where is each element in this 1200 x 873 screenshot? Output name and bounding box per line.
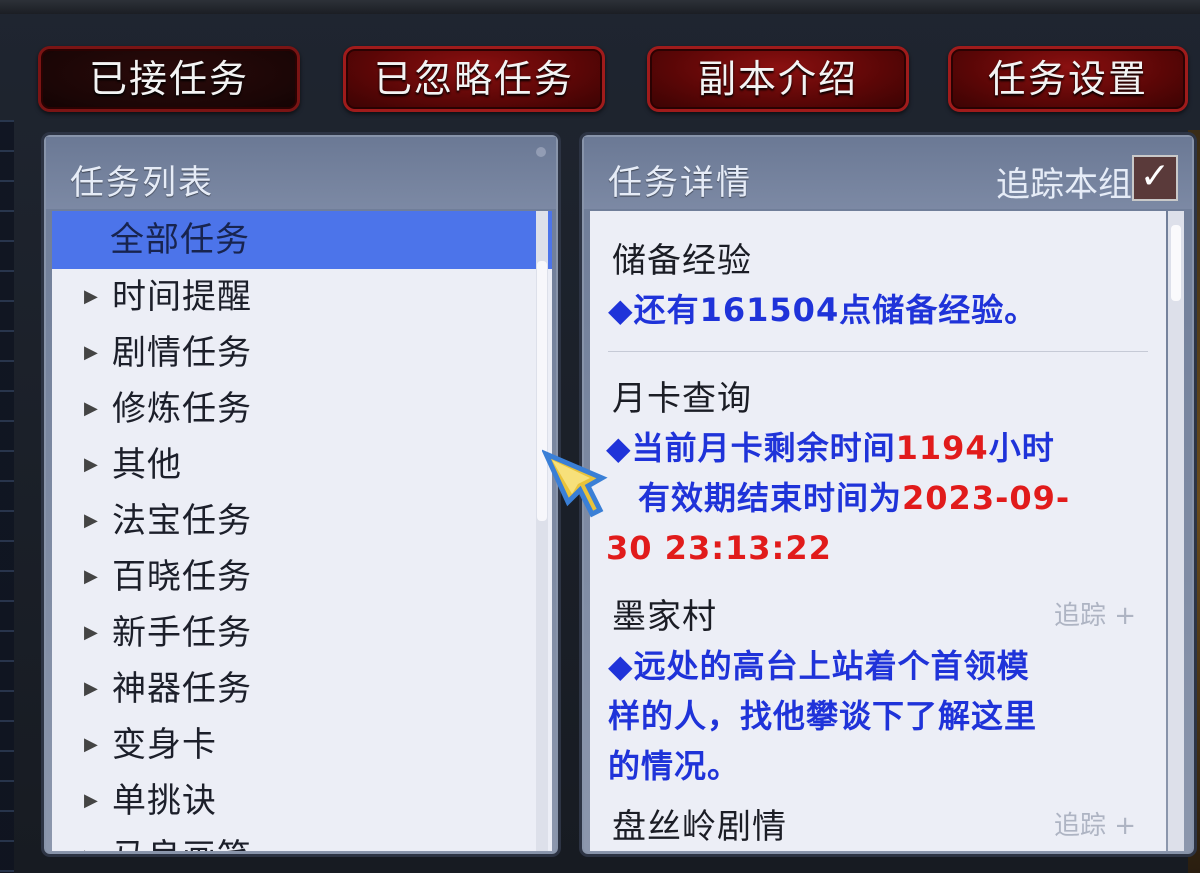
- task-detail-title: 任务详情: [608, 163, 752, 203]
- expand-arrow-icon: ▶: [84, 342, 99, 363]
- track-button[interactable]: 追踪 +: [1054, 805, 1136, 842]
- section-text: ◆远处的高台上站着个首领模 样的人，找他攀谈下了解这里 的情况。: [608, 641, 1037, 791]
- expand-arrow-icon: ▶: [84, 790, 99, 811]
- task-list-scrollbar[interactable]: [536, 211, 548, 851]
- task-category-list: 全部任务 ▶ 时间提醒 ▶ 剧情任务 ▶ 修炼任务 ▶ 其他 ▶ 法宝任务 ▶ …: [52, 211, 552, 851]
- game-window: 已接任务 已忽略任务 副本介绍 任务设置 任务列表 全部任务 ▶ 时间提醒 ▶ …: [0, 0, 1200, 873]
- track-group-checkbox[interactable]: ✓: [1132, 155, 1178, 201]
- expand-arrow-icon: ▶: [84, 622, 99, 643]
- list-item-label: 剧情任务: [112, 333, 252, 373]
- section-text: ◆还有161504点储备经验。: [608, 285, 1037, 335]
- expiry-time: 30 23:13:22: [606, 529, 832, 567]
- task-list-panel: 任务列表 全部任务 ▶ 时间提醒 ▶ 剧情任务 ▶ 修炼任务 ▶ 其他 ▶ 法宝…: [44, 135, 558, 854]
- expand-arrow-icon: ▶: [84, 734, 99, 755]
- list-item-label: 时间提醒: [112, 277, 252, 317]
- list-item-label: 新手任务: [112, 613, 252, 653]
- expiry-date: 2023-09-: [902, 479, 1071, 517]
- list-item[interactable]: ▶ 剧情任务: [52, 325, 552, 381]
- tab-dungeon-intro[interactable]: 副本介绍: [647, 46, 909, 112]
- tab-accepted-tasks[interactable]: 已接任务: [38, 46, 300, 112]
- list-item-label: 神器任务: [112, 669, 252, 709]
- task-detail-scrollbar[interactable]: [1168, 211, 1184, 851]
- reserve-exp-text: ◆还有161504点储备经验。: [608, 291, 1038, 329]
- tab-bar: 已接任务 已忽略任务 副本介绍 任务设置: [0, 40, 1200, 120]
- quest-line: ◆远处的高台上站着个首领模: [608, 647, 1030, 685]
- track-group-label: 追踪本组: [996, 165, 1132, 205]
- expiry-prefix: 有效期结束时间为: [638, 479, 903, 517]
- list-item[interactable]: ▶ 修炼任务: [52, 381, 552, 437]
- list-item-label: 全部任务: [110, 220, 250, 260]
- list-item[interactable]: ▶ 单挑诀: [52, 773, 552, 829]
- top-strip: [0, 0, 1200, 14]
- track-button[interactable]: 追踪 +: [1054, 595, 1136, 632]
- task-list-title: 任务列表: [70, 163, 214, 203]
- left-edge-decoration: [0, 120, 14, 873]
- expand-arrow-icon: ▶: [84, 829, 99, 851]
- monthly-card-prefix: ◆当前月卡剩余时间: [606, 429, 896, 467]
- quest-line: 样的人，找他攀谈下了解这里: [608, 697, 1038, 735]
- list-item-label: 变身卡: [112, 725, 217, 765]
- list-item[interactable]: ▶ 百晓任务: [52, 549, 552, 605]
- list-item-label: 法宝任务: [112, 501, 252, 541]
- list-item-label: 单挑诀: [112, 781, 217, 821]
- list-item[interactable]: ▶ 法宝任务: [52, 493, 552, 549]
- list-item-label: 其他: [112, 445, 182, 485]
- tab-task-settings[interactable]: 任务设置: [948, 46, 1188, 112]
- list-item[interactable]: ▶ 神器任务: [52, 661, 552, 717]
- list-item[interactable]: ▶ 新手任务: [52, 605, 552, 661]
- list-item-label: 百晓任务: [112, 557, 252, 597]
- divider: [608, 351, 1148, 352]
- task-detail-header: 任务详情 追踪本组 ✓: [584, 137, 1192, 209]
- list-item[interactable]: ▶ 马良画笔: [52, 829, 552, 851]
- list-item-label: 修炼任务: [112, 389, 252, 429]
- expand-arrow-icon: ▶: [84, 398, 99, 419]
- tab-ignored-tasks[interactable]: 已忽略任务: [343, 46, 605, 112]
- corner-dot: [536, 147, 546, 157]
- expand-arrow-icon: ▶: [84, 510, 99, 531]
- list-item-label: 马良画笔: [112, 837, 252, 851]
- expand-arrow-icon: ▶: [84, 286, 99, 307]
- section-title: 月卡查询: [612, 379, 752, 419]
- list-item[interactable]: ▶ 变身卡: [52, 717, 552, 773]
- section-text: ◆当前月卡剩余时间1194小时 有效期结束时间为2023-09- 30 23:1…: [606, 423, 1070, 573]
- expand-arrow-icon: ▶: [84, 566, 99, 587]
- task-detail-content: 储备经验 ◆还有161504点储备经验。 月卡查询 ◆当前月卡剩余时间1194小…: [590, 211, 1166, 851]
- list-item[interactable]: ▶ 其他: [52, 437, 552, 493]
- section-title: 储备经验: [612, 241, 752, 281]
- expand-arrow-icon: ▶: [84, 678, 99, 699]
- section-title: 盘丝岭剧情: [612, 807, 787, 847]
- list-item-all-tasks[interactable]: 全部任务: [52, 211, 552, 269]
- scrollbar-thumb[interactable]: [1171, 225, 1181, 301]
- section-title: 墨家村: [612, 597, 717, 637]
- task-list-header: 任务列表: [46, 137, 556, 209]
- monthly-card-hours: 1194: [895, 429, 989, 467]
- quest-line: 的情况。: [608, 747, 741, 785]
- list-item[interactable]: ▶ 时间提醒: [52, 269, 552, 325]
- monthly-card-unit: 小时: [988, 429, 1055, 467]
- game-cursor-icon: [542, 449, 608, 518]
- task-detail-panel: 任务详情 追踪本组 ✓ 储备经验 ◆还有161504点储备经验。 月卡查询 ◆当…: [582, 135, 1194, 854]
- expand-arrow-icon: ▶: [84, 454, 99, 475]
